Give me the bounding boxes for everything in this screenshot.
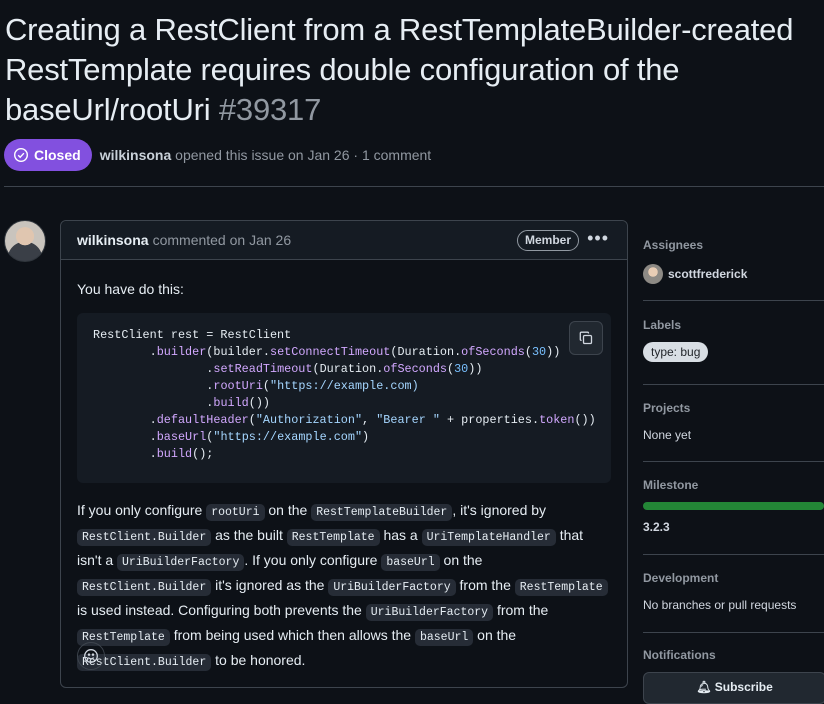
code-line: RestClient rest = RestClient	[93, 328, 292, 342]
issue-title-text: Creating a RestClient from a RestTemplat…	[5, 12, 794, 127]
closed-check-icon	[13, 147, 29, 163]
status-badge: Closed	[4, 139, 92, 171]
status-label: Closed	[34, 147, 81, 163]
issue-author-link[interactable]: wilkinsona	[100, 147, 172, 163]
subscribe-button[interactable]: 🔔︎ Subscribe	[643, 672, 824, 704]
code-line: .defaultHeader("Authorization", "Bearer …	[93, 413, 596, 427]
notifications-title: Notifications	[643, 648, 716, 662]
issue-title: Creating a RestClient from a RestTemplat…	[5, 10, 820, 130]
code-line: .setReadTimeout(Duration.ofSeconds(30))	[93, 362, 483, 376]
comment-header: wilkinsona commented on Jan 26 Member ••…	[61, 221, 627, 260]
code-line: .rootUri("https://example.com)	[93, 379, 419, 393]
comment-author-link[interactable]: wilkinsona	[77, 232, 149, 248]
milestone-title[interactable]: Milestone	[643, 478, 824, 492]
add-reaction-button[interactable]	[77, 642, 105, 670]
milestone-section: Milestone 3.2.3	[643, 478, 824, 534]
issue-status-row: Closed wilkinsona opened this issue on J…	[4, 139, 431, 171]
milestone-progress-bar	[643, 502, 824, 510]
assignee-item[interactable]: scottfrederick	[643, 264, 824, 284]
issue-number: #39317	[218, 92, 322, 127]
sidebar-divider	[643, 554, 824, 555]
comment-intro: You have do this:	[77, 281, 184, 297]
issue-meta: wilkinsona opened this issue on Jan 26 ·…	[100, 147, 432, 163]
member-badge: Member	[516, 230, 579, 251]
sidebar-divider	[643, 632, 824, 633]
code-block: RestClient rest = RestClient .builder(bu…	[77, 313, 611, 483]
label-badge[interactable]: type: bug	[643, 342, 709, 362]
sidebar-divider	[643, 384, 824, 385]
assignees-section: Assignees scottfrederick	[643, 238, 824, 284]
header-divider	[4, 186, 824, 187]
comment-timestamp[interactable]: commented on Jan 26	[153, 232, 292, 248]
sidebar-divider	[643, 461, 824, 462]
code-line: .build())	[93, 396, 271, 410]
projects-value: None yet	[643, 428, 692, 442]
milestone-value[interactable]: 3.2.3	[643, 520, 824, 534]
development-title[interactable]: Development	[643, 571, 824, 585]
labels-section: Labels type: bug	[643, 318, 824, 362]
assignees-title[interactable]: Assignees	[643, 238, 824, 252]
smiley-icon	[84, 649, 98, 663]
projects-title[interactable]: Projects	[643, 401, 824, 415]
projects-section: Projects None yet	[643, 401, 824, 442]
assignee-name: scottfrederick	[668, 267, 748, 281]
code-line: .baseUrl("https://example.com")	[93, 430, 370, 444]
bell-icon: 🔔︎	[696, 680, 712, 694]
development-section: Development No branches or pull requests	[643, 571, 824, 612]
comment-body: You have do this: RestClient rest = Rest…	[61, 260, 627, 674]
issue-meta-text: opened this issue on Jan 26 · 1 comment	[175, 147, 432, 163]
labels-title[interactable]: Labels	[643, 318, 824, 332]
copy-icon	[579, 331, 593, 345]
comment-paragraph: If you only configure rootUri on the Res…	[77, 499, 611, 674]
assignee-avatar	[643, 264, 663, 284]
more-options-icon[interactable]: •••	[587, 228, 609, 249]
code-line: .builder(builder.setConnectTimeout(Durat…	[93, 345, 561, 359]
notifications-section: Notifications	[643, 648, 824, 662]
avatar[interactable]	[4, 220, 46, 262]
development-value: No branches or pull requests	[643, 598, 797, 612]
code-line: .build();	[93, 447, 214, 461]
copy-button[interactable]	[569, 321, 603, 355]
sidebar-divider	[643, 300, 824, 301]
subscribe-label: Subscribe	[714, 680, 773, 694]
comment-box: wilkinsona commented on Jan 26 Member ••…	[60, 220, 628, 688]
